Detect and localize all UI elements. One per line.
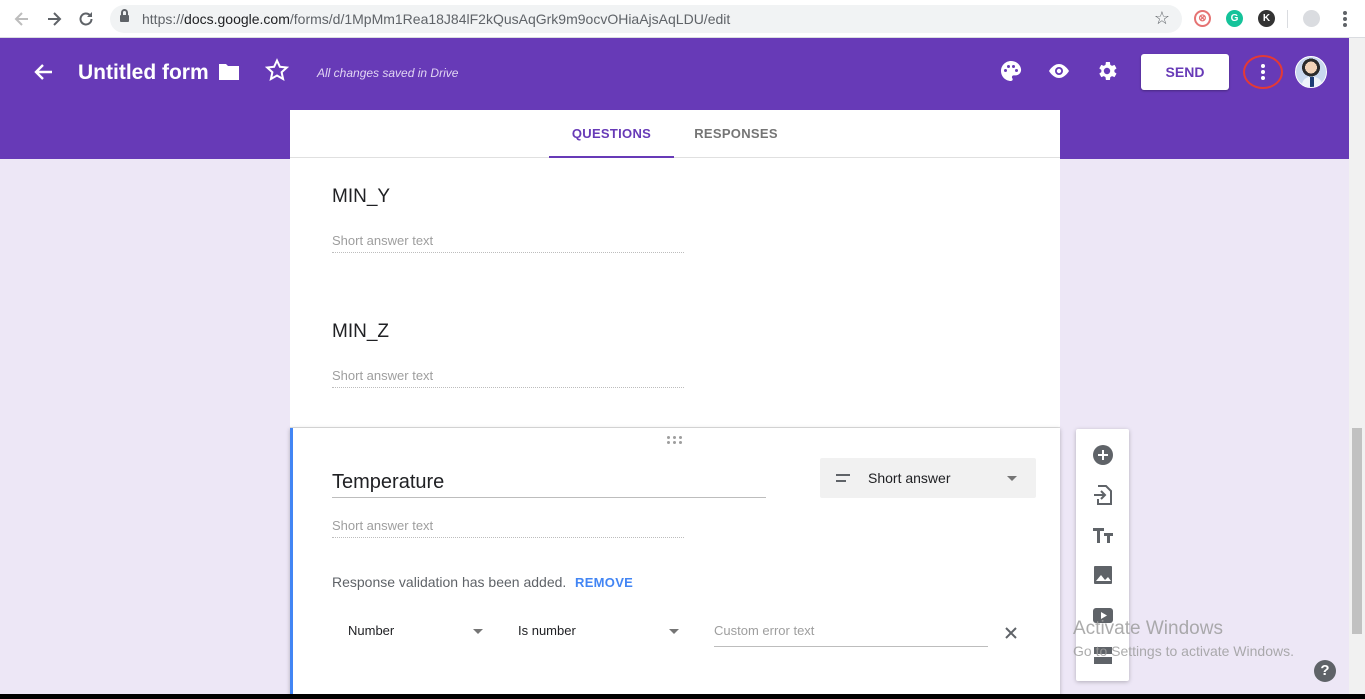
- url-text: https://docs.google.com/forms/d/1MpMm1Re…: [142, 11, 730, 27]
- preview-eye-icon[interactable]: [1047, 59, 1071, 83]
- question-type-dropdown[interactable]: Short answer: [820, 458, 1036, 498]
- drag-handle-icon[interactable]: [667, 436, 685, 446]
- extension-grammarly-icon[interactable]: G: [1226, 10, 1243, 27]
- browser-toolbar: https://docs.google.com/forms/d/1MpMm1Re…: [0, 0, 1365, 38]
- forward-nav-icon[interactable]: [44, 9, 64, 29]
- tab-questions[interactable]: QUESTIONS: [549, 110, 674, 158]
- toolbar-divider: [1287, 10, 1288, 28]
- validation-message: Response validation has been added.: [332, 574, 567, 590]
- dropdown-arrow-icon: [1007, 476, 1017, 481]
- help-icon[interactable]: ?: [1314, 660, 1336, 682]
- chrome-menu-icon[interactable]: [1338, 9, 1352, 29]
- question-title-min-y[interactable]: MIN_Y: [332, 186, 390, 208]
- short-answer-placeholder: Short answer text: [332, 518, 684, 538]
- url-scheme: https://: [142, 11, 185, 27]
- save-status: All changes saved in Drive: [317, 66, 459, 80]
- back-arrow-icon[interactable]: [30, 58, 58, 86]
- user-avatar[interactable]: [1295, 56, 1327, 88]
- remove-validation-button[interactable]: REMOVE: [575, 575, 633, 590]
- add-question-icon[interactable]: [1092, 444, 1114, 466]
- dropdown-arrow-icon: [473, 629, 483, 634]
- profile-icon[interactable]: [1303, 10, 1320, 27]
- settings-gear-icon[interactable]: [1095, 59, 1119, 83]
- activate-windows-subtitle: Go to Settings to activate Windows.: [1073, 643, 1294, 659]
- short-answer-placeholder: Short answer text: [332, 233, 684, 253]
- extension-adblock-icon[interactable]: ⊗: [1194, 10, 1211, 27]
- url-host: docs.google.com: [184, 11, 290, 27]
- back-nav-icon[interactable]: [12, 9, 32, 29]
- more-options-button[interactable]: [1243, 55, 1283, 89]
- short-text-icon: [836, 474, 850, 482]
- bookmark-star-icon[interactable]: ☆: [1154, 8, 1170, 29]
- send-button[interactable]: SEND: [1141, 54, 1229, 90]
- question-type-label: Short answer: [868, 470, 951, 486]
- palette-icon[interactable]: [999, 59, 1023, 83]
- star-icon[interactable]: [264, 58, 290, 82]
- folder-icon[interactable]: [219, 62, 239, 80]
- taskbar-edge: [0, 694, 1365, 699]
- validation-category-value: Number: [348, 623, 395, 638]
- form-tabs: QUESTIONS RESPONSES: [290, 110, 1060, 158]
- active-question-card[interactable]: Temperature Short answer Short answer te…: [290, 428, 1060, 699]
- reload-icon[interactable]: [76, 9, 96, 29]
- validation-category-dropdown[interactable]: Number: [348, 623, 488, 647]
- validation-rule-dropdown[interactable]: Is number: [518, 623, 688, 647]
- close-icon[interactable]: [1003, 625, 1019, 641]
- question-card-list: MIN_Y Short answer text MIN_Z Short answ…: [290, 158, 1060, 428]
- tab-responses[interactable]: RESPONSES: [681, 110, 791, 158]
- custom-error-input[interactable]: Custom error text: [714, 623, 988, 647]
- dropdown-arrow-icon: [669, 629, 679, 634]
- question-title-min-z[interactable]: MIN_Z: [332, 321, 389, 343]
- validation-rule-value: Is number: [518, 623, 576, 638]
- scrollbar-thumb[interactable]: [1352, 428, 1362, 634]
- lock-icon: [120, 9, 129, 24]
- question-title-input[interactable]: Temperature: [332, 471, 766, 498]
- add-title-icon[interactable]: [1092, 524, 1114, 546]
- import-questions-icon[interactable]: [1092, 484, 1114, 506]
- activate-windows-title: Activate Windows: [1073, 618, 1223, 639]
- address-bar[interactable]: https://docs.google.com/forms/d/1MpMm1Re…: [110, 5, 1182, 33]
- page-scrollbar[interactable]: [1349, 38, 1365, 699]
- form-title[interactable]: Untitled form: [78, 61, 209, 85]
- url-path: /forms/d/1MpMm1Rea18J84lF2kQusAqGrk9m9oc…: [289, 11, 731, 27]
- extension-k-icon[interactable]: K: [1258, 10, 1275, 27]
- more-vert-icon: [1261, 62, 1265, 82]
- short-answer-placeholder: Short answer text: [332, 368, 684, 388]
- add-image-icon[interactable]: [1092, 564, 1114, 586]
